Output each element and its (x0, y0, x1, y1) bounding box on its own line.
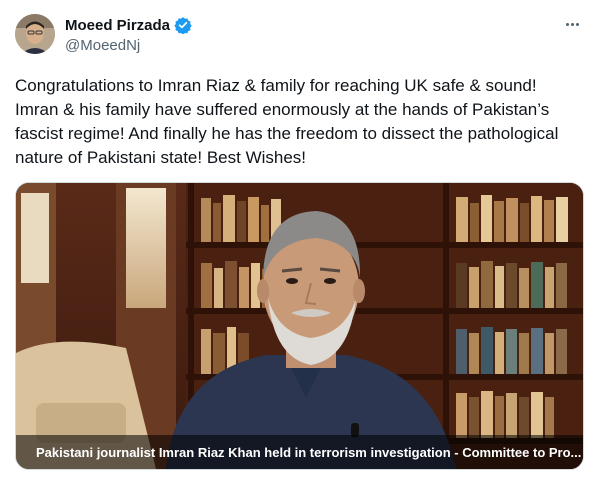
avatar[interactable] (15, 14, 55, 54)
avatar-image (15, 14, 55, 54)
dot (575, 22, 579, 26)
verified-badge-icon (174, 16, 192, 35)
tweet-media-image[interactable]: Pakistani journalist Imran Riaz Khan hel… (15, 182, 584, 470)
tweet-text: Congratulations to Imran Riaz & family f… (15, 76, 559, 167)
dot (570, 22, 574, 26)
dot (565, 22, 569, 26)
author-name-row[interactable]: Moeed Pirzada (65, 16, 192, 35)
tweet-card: Moeed Pirzada @MoeedNj Congratulations t… (0, 0, 600, 480)
author-handle[interactable]: @MoeedNj (65, 37, 140, 54)
media-photo (16, 183, 583, 469)
more-options-icon[interactable] (562, 14, 582, 34)
media-caption: Pakistani journalist Imran Riaz Khan hel… (16, 435, 583, 469)
display-name[interactable]: Moeed Pirzada (65, 17, 170, 34)
